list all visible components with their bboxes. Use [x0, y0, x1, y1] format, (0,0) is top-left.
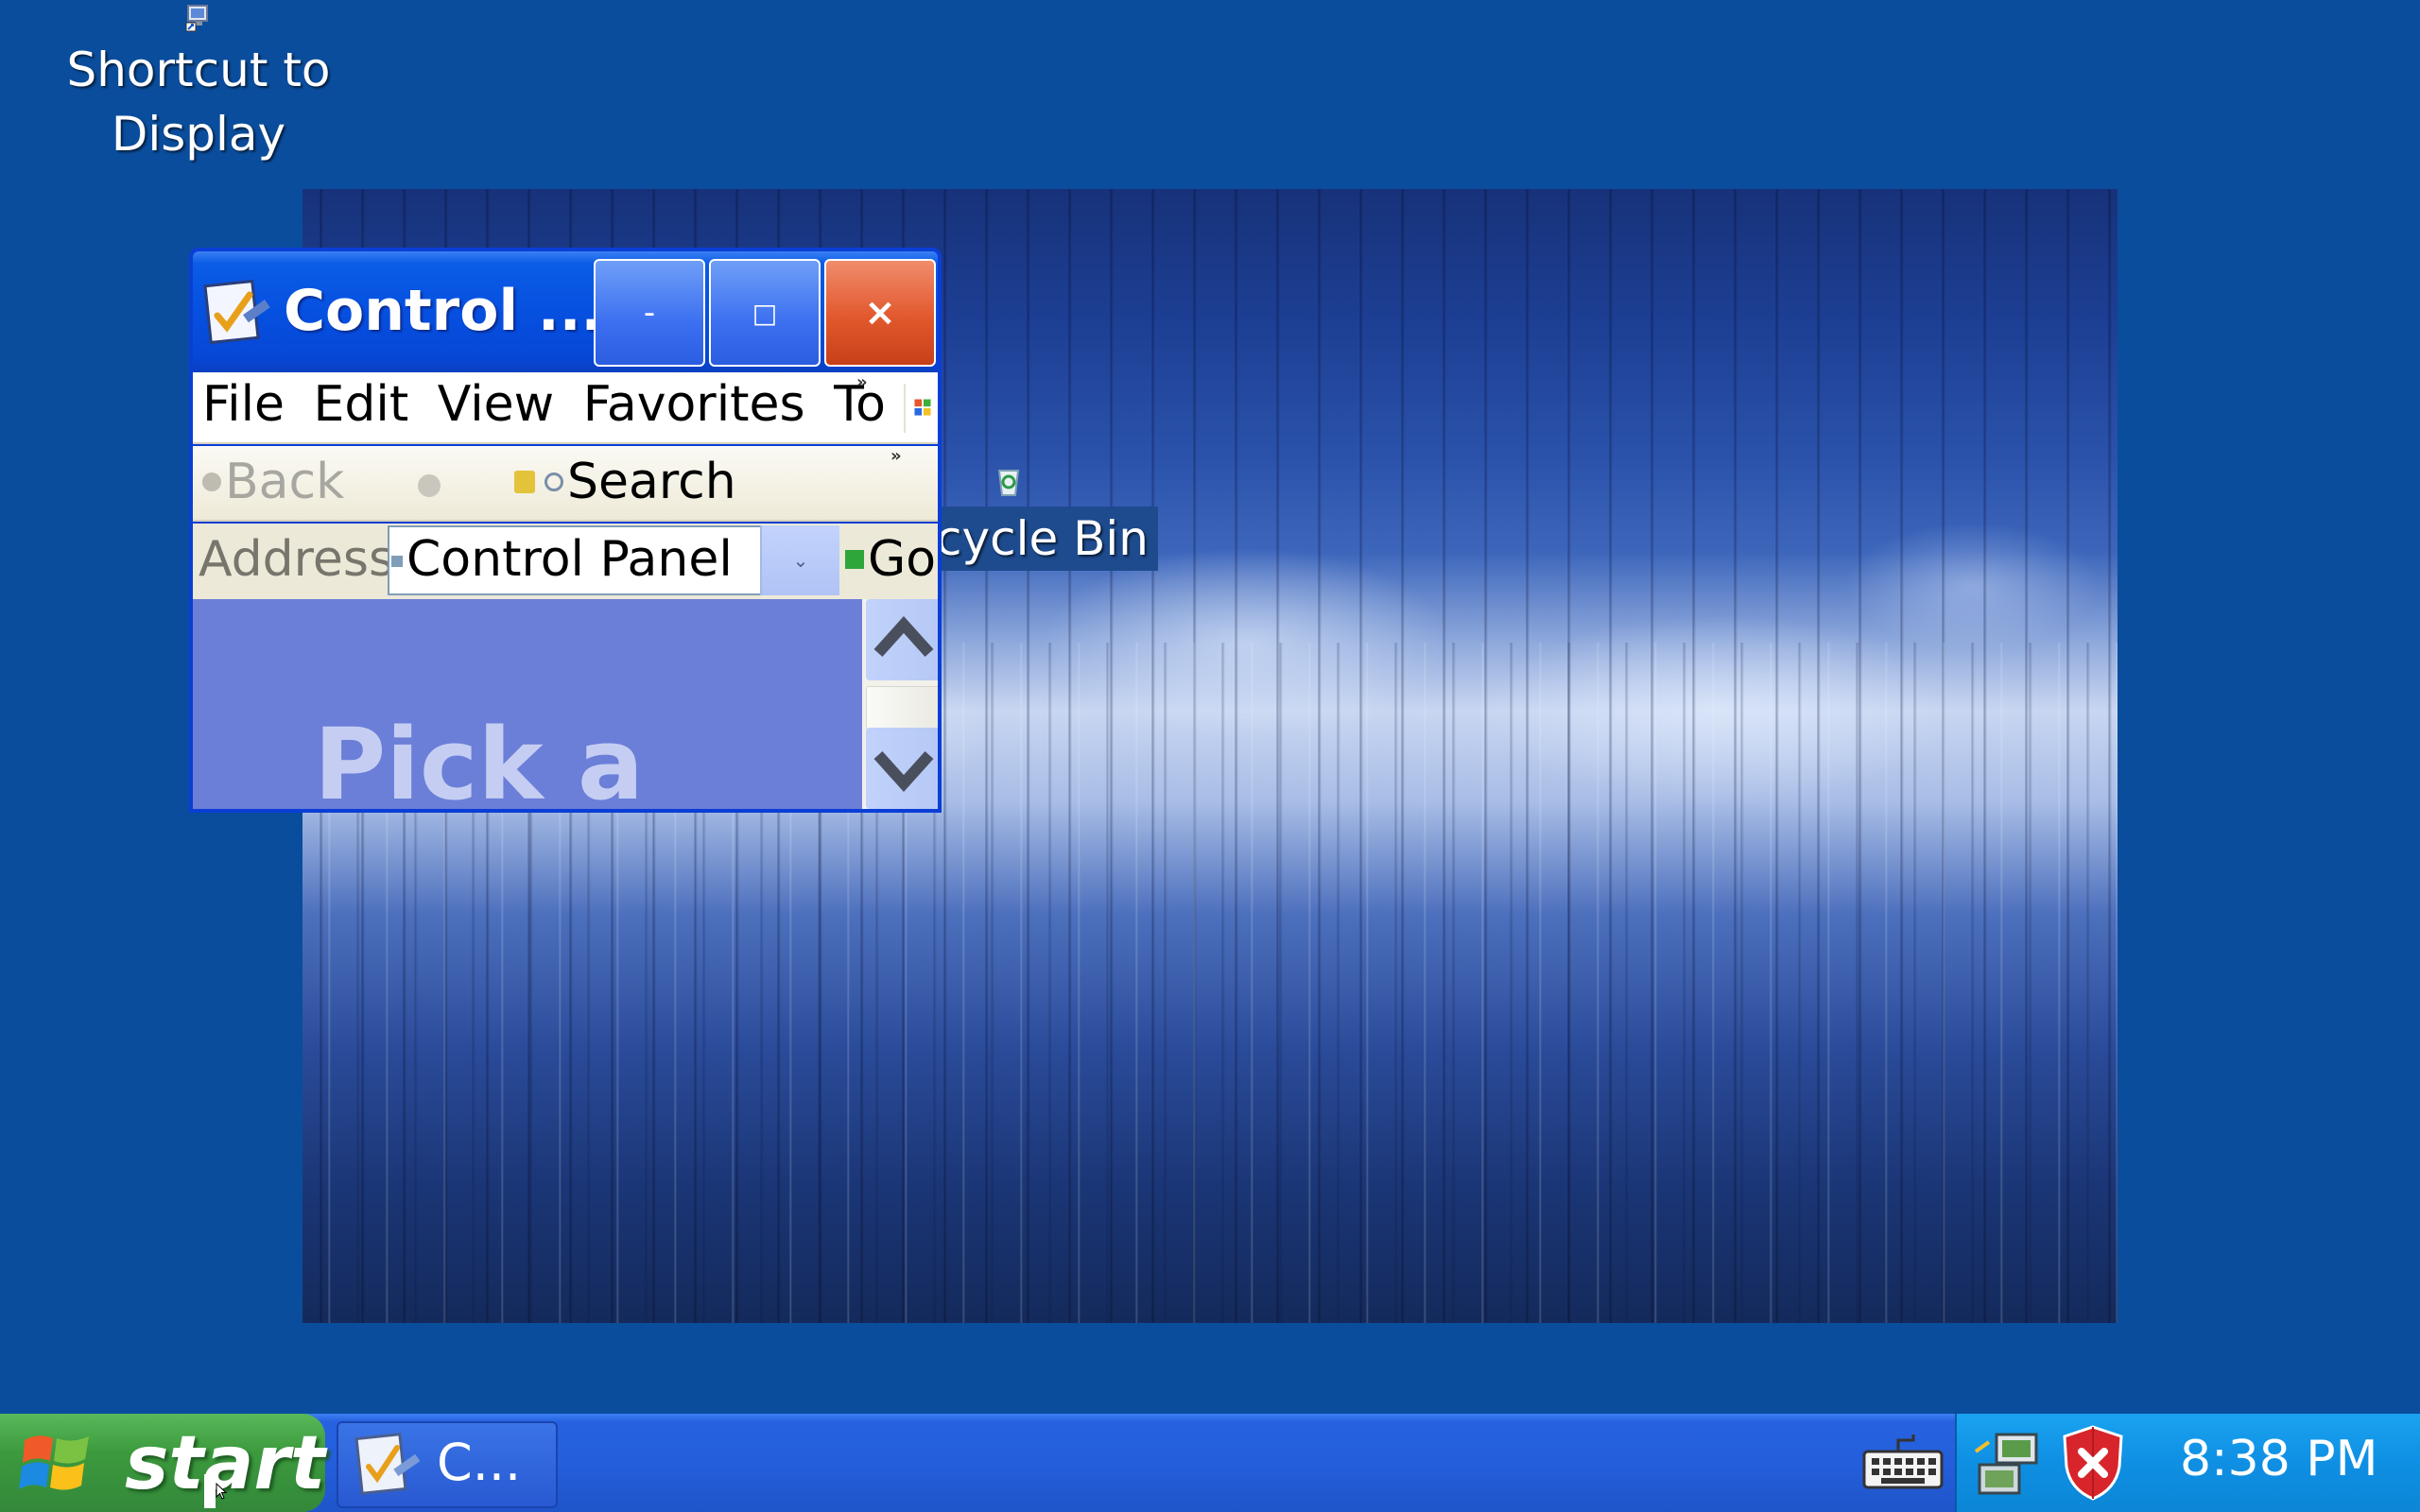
- menu-file[interactable]: File: [202, 376, 285, 433]
- control-panel-icon: [203, 279, 270, 345]
- scroll-thumb[interactable]: [866, 686, 938, 731]
- folder-up-icon[interactable]: [514, 471, 535, 493]
- close-button[interactable]: ×: [824, 259, 936, 367]
- window-title: Control ...: [284, 278, 603, 344]
- go-label: Go: [868, 531, 937, 588]
- recycle-bin-icon: [997, 470, 1020, 496]
- scroll-down-icon: [873, 750, 934, 792]
- scroll-up-button[interactable]: [866, 599, 938, 680]
- address-dropdown-button[interactable]: ⌄: [760, 525, 839, 595]
- control-panel-task-icon: [354, 1433, 421, 1495]
- display-shortcut-icon: [185, 5, 208, 32]
- standard-toolbar: Back Search »: [193, 446, 938, 522]
- back-label: Back: [225, 454, 345, 510]
- windows-flag-icon: [19, 1435, 89, 1490]
- taskbar: start C... 8:38 PM: [0, 1414, 2420, 1512]
- search-button[interactable]: Search: [544, 454, 736, 510]
- network-connection-icon[interactable]: [1970, 1423, 2046, 1503]
- address-bar: Address Control Panel ⌄ Go: [193, 524, 938, 599]
- scroll-up-icon: [873, 616, 934, 658]
- minimize-button[interactable]: -: [594, 259, 705, 367]
- menu-view[interactable]: View: [438, 376, 554, 433]
- address-value: Control Panel: [406, 531, 733, 588]
- mouse-cursor-icon: [204, 1474, 227, 1508]
- menu-overflow-chevron-icon[interactable]: »: [856, 372, 868, 392]
- search-label: Search: [567, 454, 736, 510]
- address-label: Address: [199, 531, 395, 588]
- maximize-button[interactable]: □: [709, 259, 821, 367]
- task-label: C...: [437, 1433, 522, 1492]
- toolbar-overflow-chevron-icon[interactable]: »: [890, 446, 902, 466]
- menu-edit[interactable]: Edit: [314, 376, 409, 433]
- desktop-icon-shortcut-display[interactable]: Shortcut to Display: [57, 0, 340, 166]
- keyboard-icon[interactable]: [1860, 1433, 1945, 1491]
- search-icon: [544, 472, 563, 491]
- address-folder-icon: [391, 556, 403, 567]
- menu-bar: File Edit View Favorites To »: [193, 372, 938, 444]
- vertical-scrollbar[interactable]: [862, 599, 938, 809]
- control-panel-window: Control ... - □ × File Edit View Favorit…: [189, 248, 942, 813]
- forward-button-icon[interactable]: [418, 474, 441, 497]
- shortcut-label-line1: Shortcut to: [66, 43, 331, 97]
- back-button[interactable]: Back: [202, 454, 344, 510]
- system-tray: 8:38 PM: [1955, 1414, 2420, 1512]
- go-arrow-icon: [845, 550, 864, 569]
- window-titlebar[interactable]: Control ... - □ ×: [193, 251, 938, 372]
- go-button[interactable]: Go: [845, 531, 936, 588]
- security-alert-shield-icon[interactable]: [2059, 1423, 2127, 1503]
- shortcut-label-line2: Display: [111, 107, 286, 162]
- taskbar-item-control-panel[interactable]: C...: [337, 1421, 558, 1508]
- scroll-down-button[interactable]: [866, 728, 938, 809]
- start-button[interactable]: start: [0, 1414, 325, 1512]
- back-arrow-icon: [202, 472, 221, 491]
- content-pane: Pick a: [193, 599, 862, 809]
- taskbar-clock[interactable]: 8:38 PM: [2180, 1431, 2378, 1487]
- menu-favorites[interactable]: Favorites: [583, 376, 805, 433]
- pick-category-heading: Pick a: [314, 707, 645, 809]
- recycle-bin-label: cycle Bin: [926, 507, 1158, 571]
- windows-logo-icon: [904, 384, 938, 433]
